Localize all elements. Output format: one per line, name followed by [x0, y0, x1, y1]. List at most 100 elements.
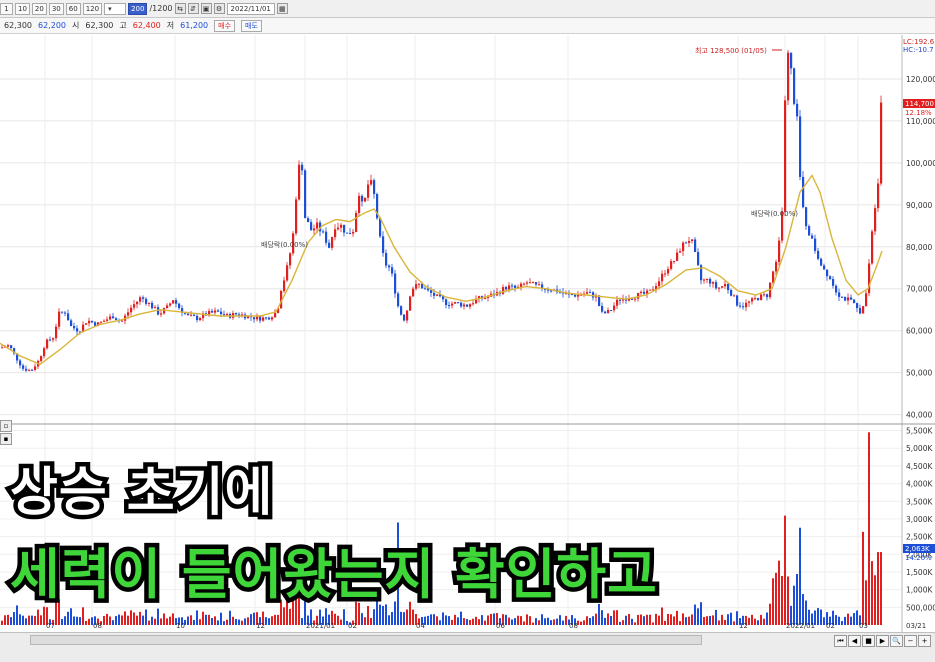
candle — [349, 233, 352, 235]
candle — [616, 299, 619, 306]
volume-bar — [70, 608, 72, 625]
volume-bar — [472, 618, 474, 625]
candle — [721, 286, 724, 288]
period-button-120[interactable]: 120 — [82, 2, 103, 15]
buy-button[interactable]: 매수 — [214, 19, 236, 32]
chart-toolbar: 1 10 20 30 60 120 ▾ 200 /1200 ⇆ ⇵ ▣ ⚙ 20… — [0, 0, 935, 18]
volume-bar — [196, 610, 198, 625]
candle — [370, 180, 373, 185]
candle — [49, 339, 52, 341]
candle — [127, 312, 130, 316]
prev-icon[interactable]: ◀ — [848, 635, 861, 647]
first-icon[interactable]: ⏮ — [834, 635, 847, 647]
count-field[interactable]: 200 — [128, 2, 148, 15]
volume-bar — [463, 618, 465, 625]
candle — [748, 301, 751, 303]
sell-button[interactable]: 매도 — [241, 19, 262, 32]
candle — [664, 273, 667, 275]
candle — [835, 285, 838, 293]
candle — [466, 304, 469, 307]
volume-bar — [124, 611, 126, 625]
volume-tick-label: 3,500K — [906, 497, 933, 506]
period-button-1[interactable]: 1 — [0, 2, 13, 15]
candle — [514, 285, 517, 288]
candle — [106, 319, 109, 321]
candle — [877, 183, 880, 209]
candle — [91, 320, 94, 323]
period-button-30[interactable]: 30 — [48, 2, 64, 15]
current-volume-tag: 2,063K — [905, 545, 930, 553]
volume-bar — [691, 614, 693, 625]
volume-bar — [337, 615, 339, 625]
candle — [121, 320, 124, 322]
volume-bar — [235, 618, 237, 625]
tool-button-2[interactable]: ▪ — [0, 433, 12, 445]
volume-bar — [682, 613, 684, 625]
candle — [643, 291, 646, 294]
candle — [730, 290, 733, 296]
candle — [31, 369, 34, 371]
candle — [526, 282, 529, 284]
candle — [190, 314, 193, 316]
candle — [751, 298, 754, 302]
candle — [337, 227, 340, 230]
volume-bar — [430, 614, 432, 625]
candle — [604, 311, 607, 314]
volume-bar — [607, 613, 609, 625]
arrows-icon[interactable]: ⇆ — [174, 3, 186, 14]
calendar-icon[interactable]: ▦ — [276, 3, 288, 14]
candle — [775, 261, 778, 272]
candle — [790, 52, 793, 69]
volume-bar — [619, 621, 621, 625]
period-button-20[interactable]: 20 — [31, 2, 47, 15]
settings-icon[interactable]: ⚙ — [213, 3, 225, 14]
save-icon[interactable]: ▣ — [200, 3, 212, 14]
candle — [766, 294, 769, 298]
candle — [853, 299, 856, 304]
volume-bar — [631, 618, 633, 625]
volume-bar — [205, 614, 207, 625]
price-tick-label: 40,000 — [906, 411, 932, 420]
candle — [295, 199, 298, 234]
plus-icon[interactable]: + — [918, 635, 931, 647]
tool-button-1[interactable]: ▫ — [0, 420, 12, 432]
minus-icon[interactable]: − — [904, 635, 917, 647]
next-icon[interactable]: ▶ — [876, 635, 889, 647]
candle — [172, 300, 175, 304]
volume-bar — [103, 616, 105, 625]
volume-bar — [847, 613, 849, 625]
candle — [298, 164, 301, 200]
volume-bar — [169, 616, 171, 625]
volume-bar — [79, 617, 81, 625]
candle — [43, 348, 46, 357]
date-field[interactable]: 2022/11/01 — [226, 2, 275, 15]
candle — [670, 261, 673, 269]
candle — [757, 298, 760, 301]
volume-bar — [871, 561, 873, 625]
period-button-60[interactable]: 60 — [65, 2, 81, 15]
horizontal-scrollbar[interactable] — [30, 635, 702, 645]
stop-icon[interactable]: ■ — [862, 635, 875, 647]
candle — [742, 306, 745, 308]
compress-icon[interactable]: ⇵ — [187, 3, 199, 14]
candle — [40, 356, 43, 361]
zoom-icon[interactable]: 🔍 — [890, 635, 903, 647]
candle — [805, 207, 808, 227]
dropdown-field[interactable]: ▾ — [104, 2, 127, 15]
x-tick-label: 12 — [256, 622, 265, 630]
candle — [256, 316, 259, 320]
volume-bar — [649, 614, 651, 625]
volume-bar — [493, 613, 495, 625]
candle — [865, 293, 868, 307]
volume-bar — [166, 618, 168, 625]
period-button-10[interactable]: 10 — [15, 2, 30, 15]
volume-bar — [277, 614, 279, 625]
volume-bar — [679, 621, 681, 625]
volume-bar — [28, 615, 30, 625]
volume-bar — [223, 621, 225, 625]
volume-bar — [703, 616, 705, 625]
candle — [52, 338, 55, 340]
volume-bar — [148, 620, 150, 625]
x-tick-label: 12 — [739, 622, 748, 630]
current-price-tag: 114,700 — [905, 100, 934, 108]
